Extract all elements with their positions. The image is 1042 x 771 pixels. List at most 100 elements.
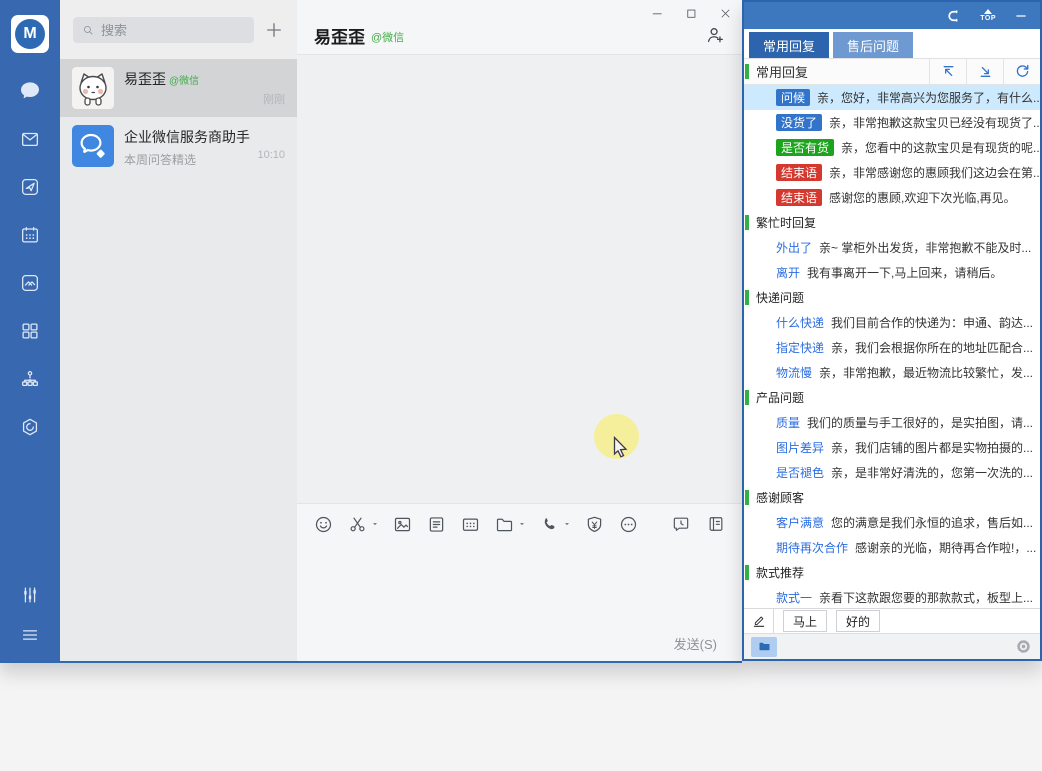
chat-list-panel: 搜索 易歪歪 @微信 刚刚 企业微信服务商助手 本周问答精选 xyxy=(60,0,297,661)
reply-group-title[interactable]: 产品问题 xyxy=(744,385,1040,410)
emoji-button[interactable] xyxy=(313,514,334,535)
group-marker xyxy=(745,64,749,79)
sidebar-gallery-icon[interactable] xyxy=(0,259,60,307)
sidebar-mail-icon[interactable] xyxy=(0,115,60,163)
screenshot-button[interactable] xyxy=(347,514,379,535)
reply-text: 亲，我们会根据你所在的地址匹配合... xyxy=(831,339,1033,356)
quick-reply-item[interactable]: 结束语感谢您的惠顾,欢迎下次光临,再见。 xyxy=(744,185,1040,210)
magnet-icon[interactable] xyxy=(946,8,962,24)
reply-group-title[interactable]: 款式推荐 xyxy=(744,560,1040,585)
quick-reply-item[interactable]: 结束语亲，非常感谢您的惠顾我们这边会在第... xyxy=(744,160,1040,185)
send-button[interactable]: 发送(S) xyxy=(674,634,717,653)
new-chat-button[interactable] xyxy=(264,20,284,40)
collapse-all-icon[interactable] xyxy=(929,59,966,84)
card-button[interactable] xyxy=(460,514,481,535)
add-member-icon[interactable] xyxy=(704,24,726,46)
reply-label: 物流慢 xyxy=(776,364,812,381)
caret-down-icon[interactable] xyxy=(563,520,571,528)
refresh-icon[interactable] xyxy=(1003,59,1040,84)
chat-item-name: 企业微信服务商助手 xyxy=(124,127,247,147)
settings-gear-icon[interactable] xyxy=(1014,637,1033,656)
screenshot-icon xyxy=(347,514,368,535)
reply-label: 期待再次合作 xyxy=(776,539,848,556)
win-close-button[interactable] xyxy=(708,0,742,26)
quick-reply-item[interactable]: 质量我们的质量与手工很好的，是实拍图，请... xyxy=(744,410,1040,435)
group-marker xyxy=(745,290,749,305)
sidebar-filter-icon[interactable] xyxy=(0,575,60,615)
call-button[interactable] xyxy=(539,514,571,535)
caret-down-icon[interactable] xyxy=(371,520,379,528)
quick-reply-item[interactable]: 物流慢亲，非常抱歉，最近物流比较繁忙，发... xyxy=(744,360,1040,385)
expand-all-icon[interactable] xyxy=(966,59,1003,84)
quick-reply-item[interactable]: 是否褪色亲，是非常好清洗的，您第一次洗的... xyxy=(744,460,1040,485)
quick-reply-item[interactable]: 外出了亲~ 掌柜外出发货，非常抱歉不能及时... xyxy=(744,235,1040,260)
pin-top-icon[interactable]: TOP xyxy=(980,9,996,22)
quick-phrase-button[interactable]: 好的 xyxy=(836,610,880,632)
sidebar-docs-icon[interactable] xyxy=(0,163,60,211)
search-icon xyxy=(81,23,95,37)
quick-reply-item[interactable]: 指定快递亲，我们会根据你所在的地址匹配合... xyxy=(744,335,1040,360)
minimize-icon[interactable] xyxy=(1014,9,1028,23)
tab-common-replies[interactable]: 常用回复 xyxy=(749,32,829,58)
quick-reply-item[interactable]: 期待再次合作感谢亲的光临，期待再合作啦!，... xyxy=(744,535,1040,560)
reply-text: 亲~ 掌柜外出发货，非常抱歉不能及时... xyxy=(819,239,1031,256)
group-marker xyxy=(745,490,749,505)
reply-group-title[interactable]: 繁忙时回复 xyxy=(744,210,1040,235)
quick-reply-item[interactable]: 没货了亲，非常抱歉这款宝贝已经没有现货了... xyxy=(744,110,1040,135)
more-button[interactable] xyxy=(618,514,639,535)
reply-label: 质量 xyxy=(776,414,800,431)
image-button[interactable] xyxy=(392,514,413,535)
sidebar-org-icon[interactable] xyxy=(0,355,60,403)
quick-reply-item[interactable]: 客户满意您的满意是我们永恒的追求，售后如... xyxy=(744,510,1040,535)
reply-group-title[interactable]: 感谢顾客 xyxy=(744,485,1040,510)
reply-text: 感谢亲的光临，期待再合作啦!，... xyxy=(855,539,1036,556)
quick-reply-item[interactable]: 款式一亲看下这款跟您要的那款款式，板型上... xyxy=(744,585,1040,608)
chat-item-time: 刚刚 xyxy=(263,91,285,105)
cat-avatar xyxy=(72,67,114,109)
folder-icon xyxy=(494,514,515,535)
sidebar-calendar-icon[interactable] xyxy=(0,211,60,259)
quick-reply-item[interactable]: 图片差异亲，我们店铺的图片都是实物拍摄的... xyxy=(744,435,1040,460)
wecom-logo: M xyxy=(11,15,49,53)
reply-label: 离开 xyxy=(776,264,800,281)
sidebar-apps-icon[interactable] xyxy=(0,403,60,451)
reply-group-title[interactable]: 快递问题 xyxy=(744,285,1040,310)
folder-button[interactable] xyxy=(751,637,777,657)
reply-list-header: 常用回复 xyxy=(744,59,1040,85)
notes-button[interactable] xyxy=(706,514,726,534)
chat-item-preview xyxy=(124,93,253,107)
chat-list-item[interactable]: 易歪歪 @微信 刚刚 xyxy=(60,59,297,117)
caret-down-icon[interactable] xyxy=(518,520,526,528)
win-max-button[interactable] xyxy=(674,0,708,26)
quick-reply-item[interactable]: 什么快递我们目前合作的快递为：申通、韵达... xyxy=(744,310,1040,335)
reply-label: 是否褪色 xyxy=(776,464,824,481)
win-min-button[interactable] xyxy=(640,0,674,26)
file-button[interactable] xyxy=(426,514,447,535)
emoji-icon xyxy=(313,514,334,535)
message-area[interactable] xyxy=(297,55,742,503)
edit-pencil-icon[interactable] xyxy=(744,609,774,633)
reply-text: 亲，非常抱歉这款宝贝已经没有现货了... xyxy=(829,114,1040,131)
quick-phrase-bar: 马上好的 xyxy=(744,608,1040,633)
quick-reply-item[interactable]: 问候亲，您好，非常高兴为您服务了，有什么... xyxy=(744,85,1040,110)
message-input[interactable] xyxy=(297,544,742,625)
payment-button[interactable] xyxy=(584,514,605,535)
chat-history-button[interactable] xyxy=(671,514,691,534)
folder-button[interactable] xyxy=(494,514,526,535)
reply-label: 图片差异 xyxy=(776,439,824,456)
search-input[interactable]: 搜索 xyxy=(73,17,254,43)
reply-text: 亲，您看中的这款宝贝是有现货的呢... xyxy=(841,139,1040,156)
card-icon xyxy=(460,514,481,535)
quick-phrase-button[interactable]: 马上 xyxy=(783,610,827,632)
chat-window: 易歪歪 @微信 xyxy=(297,0,742,661)
payment-icon xyxy=(584,514,605,535)
sidebar-menu-icon[interactable] xyxy=(0,615,60,655)
chat-title: 易歪歪 xyxy=(314,23,365,48)
reply-label: 指定快递 xyxy=(776,339,824,356)
sidebar-workbench-icon[interactable] xyxy=(0,307,60,355)
quick-reply-item[interactable]: 是否有货亲，您看中的这款宝贝是有现货的呢... xyxy=(744,135,1040,160)
sidebar-chat-icon[interactable] xyxy=(0,67,60,115)
tab-after-sales[interactable]: 售后问题 xyxy=(833,32,913,58)
quick-reply-item[interactable]: 离开我有事离开一下,马上回来，请稍后。 xyxy=(744,260,1040,285)
chat-list-item[interactable]: 企业微信服务商助手 本周问答精选 10:10 xyxy=(60,117,297,175)
